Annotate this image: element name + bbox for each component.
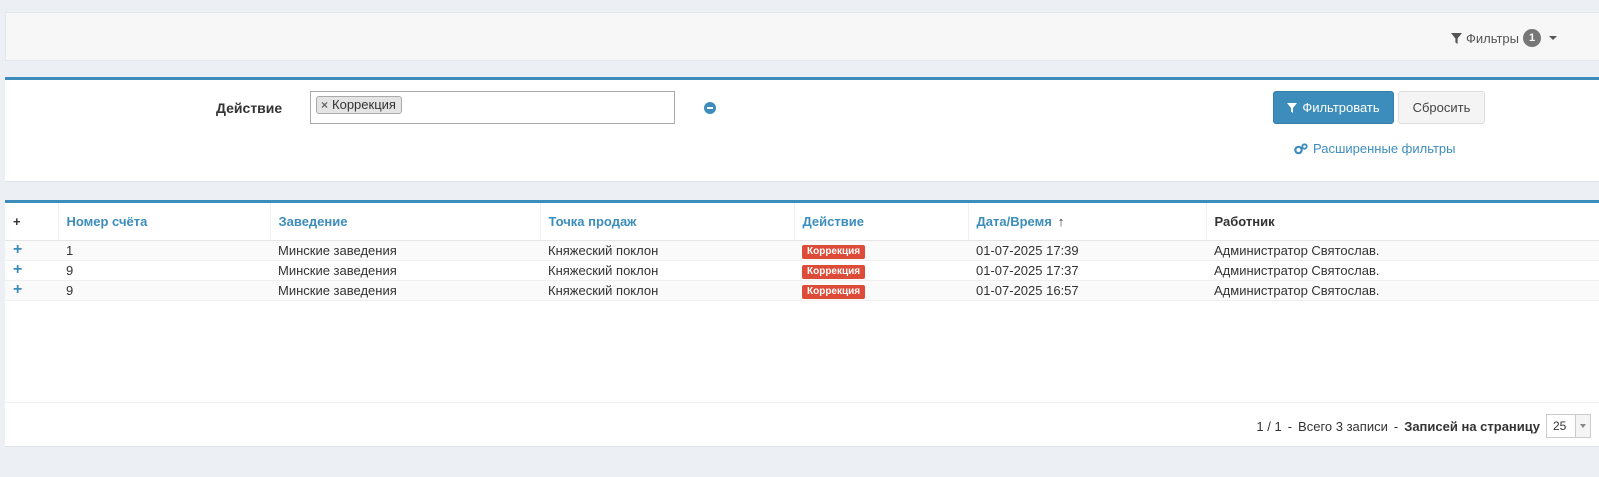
action-filter-label: Действие bbox=[216, 100, 283, 116]
pagination: 1 / 1 - Всего 3 записи - Записей на стра… bbox=[1256, 414, 1591, 438]
filters-count-badge: 1 bbox=[1523, 29, 1541, 47]
footer-divider bbox=[5, 402, 1599, 403]
action-badge: Коррекция bbox=[802, 284, 866, 299]
total-records: Всего 3 записи bbox=[1298, 418, 1388, 434]
results-panel: + Номер счёта Заведение Точка продаж Дей… bbox=[5, 200, 1599, 447]
caret-down-icon bbox=[1549, 36, 1557, 40]
pager-separator: - bbox=[1393, 418, 1399, 434]
remove-filter-icon[interactable] bbox=[704, 102, 716, 114]
worker-cell: Администратор Святослав. bbox=[1206, 280, 1599, 301]
table-header-row: + Номер счёта Заведение Точка продаж Дей… bbox=[5, 203, 1599, 241]
gears-icon bbox=[1294, 142, 1308, 154]
chip-remove-icon[interactable]: × bbox=[321, 96, 328, 114]
select-arrow-icon bbox=[1575, 415, 1590, 437]
expand-row-icon[interactable]: + bbox=[13, 241, 22, 258]
venue-cell: Минские заведения bbox=[270, 280, 540, 301]
action-column-header[interactable]: Действие bbox=[793, 203, 968, 241]
datetime-column-header[interactable]: Дата/Время ↑ bbox=[967, 203, 1206, 241]
point-cell: Княжеский поклон bbox=[540, 240, 794, 261]
chip-label: Коррекция bbox=[332, 97, 396, 112]
sort-ascending-icon: ↑ bbox=[1057, 213, 1065, 229]
reset-filter-button[interactable]: Сбросить bbox=[1398, 91, 1485, 124]
pager-separator: - bbox=[1287, 418, 1293, 434]
datetime-cell: 01-07-2025 17:39 bbox=[968, 240, 1206, 261]
point-cell: Княжеский поклон bbox=[540, 280, 794, 301]
worker-column-header: Работник bbox=[1205, 203, 1599, 241]
results-table: + Номер счёта Заведение Точка продаж Дей… bbox=[5, 203, 1599, 301]
table-row: + 9 Минские заведения Княжеский поклон К… bbox=[5, 260, 1599, 281]
worker-cell: Администратор Святослав. bbox=[1206, 240, 1599, 261]
datetime-cell: 01-07-2025 16:57 bbox=[968, 280, 1206, 301]
venue-cell: Минские заведения bbox=[270, 260, 540, 281]
top-bar: Фильтры 1 bbox=[5, 12, 1599, 61]
filters-label: Фильтры bbox=[1465, 30, 1519, 46]
expand-row-icon[interactable]: + bbox=[13, 261, 22, 278]
action-badge: Коррекция bbox=[802, 244, 866, 259]
expand-all-header[interactable]: + bbox=[5, 203, 58, 241]
per-page-select[interactable]: 25 bbox=[1546, 414, 1591, 438]
invoice-cell: 1 bbox=[58, 240, 270, 261]
venue-column-header[interactable]: Заведение bbox=[269, 203, 540, 241]
advanced-filters-link[interactable]: Расширенные фильтры bbox=[1294, 141, 1456, 156]
action-badge: Коррекция bbox=[802, 264, 866, 279]
point-column-header[interactable]: Точка продаж bbox=[539, 203, 794, 241]
venue-cell: Минские заведения bbox=[270, 240, 540, 261]
per-page-value: 25 bbox=[1553, 419, 1567, 433]
table-row: + 9 Минские заведения Княжеский поклон К… bbox=[5, 280, 1599, 301]
table-row: + 1 Минские заведения Княжеский поклон К… bbox=[5, 240, 1599, 261]
invoice-cell: 9 bbox=[58, 260, 270, 281]
worker-cell: Администратор Святослав. bbox=[1206, 260, 1599, 281]
apply-filter-label: Фильтровать bbox=[1302, 100, 1380, 115]
point-cell: Княжеский поклон bbox=[540, 260, 794, 281]
advanced-filters-label: Расширенные фильтры bbox=[1313, 141, 1456, 156]
invoice-cell: 9 bbox=[58, 280, 270, 301]
filter-icon bbox=[1287, 102, 1298, 113]
action-multiselect[interactable]: × Коррекция bbox=[310, 91, 675, 124]
filter-panel: Действие × Коррекция Фильтровать Сбросит… bbox=[5, 77, 1599, 182]
per-page-label: Записей на страницу bbox=[1404, 418, 1540, 434]
selected-chip: × Коррекция bbox=[316, 96, 402, 114]
datetime-header-label: Дата/Время bbox=[976, 213, 1052, 229]
expand-row-icon[interactable]: + bbox=[13, 281, 22, 298]
page-info: 1 / 1 bbox=[1256, 418, 1282, 434]
filters-toggle[interactable]: Фильтры 1 bbox=[1450, 29, 1557, 47]
apply-filter-button[interactable]: Фильтровать bbox=[1273, 91, 1394, 124]
invoice-column-header[interactable]: Номер счёта bbox=[57, 203, 270, 241]
filter-icon bbox=[1450, 32, 1462, 44]
datetime-cell: 01-07-2025 17:37 bbox=[968, 260, 1206, 281]
